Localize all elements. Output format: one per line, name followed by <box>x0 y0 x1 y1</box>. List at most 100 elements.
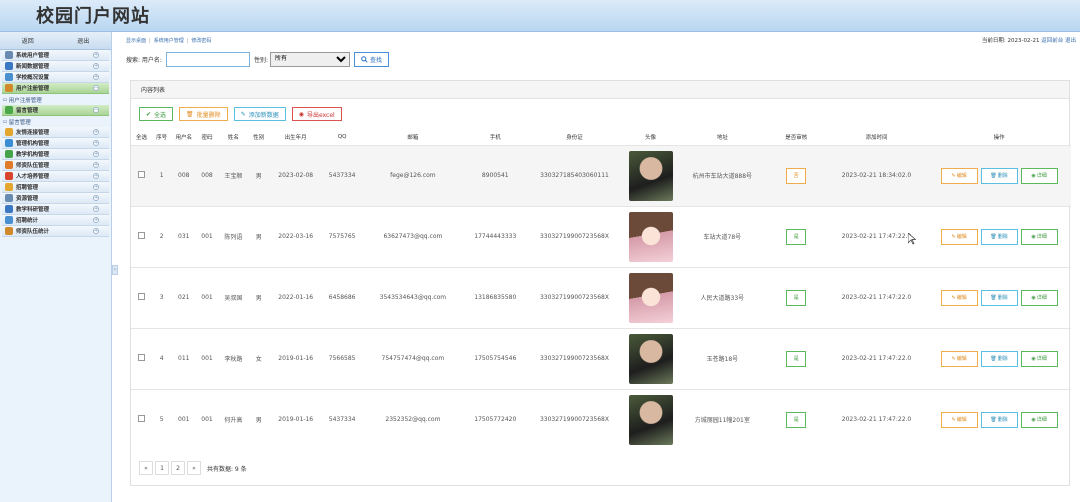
username-search-input[interactable] <box>165 51 250 67</box>
expand-icon[interactable]: + <box>93 63 99 69</box>
sidebar-item-label: 资源管理 <box>16 196 39 202</box>
sidebar-item[interactable]: 教学机构管理 + <box>2 149 109 160</box>
delete-button[interactable]: 🗑 删除 <box>980 228 1018 245</box>
cell-gender: 男 <box>249 388 269 450</box>
sidebar-subitem[interactable]: ▫ 留言管理 <box>0 116 111 127</box>
user-icon <box>5 84 13 92</box>
sidebar-item-label: 用户注册管理 <box>16 86 50 92</box>
expand-icon[interactable]: + <box>93 129 99 135</box>
sidebar-item[interactable]: 招聘统计 + <box>2 215 109 226</box>
detail-button[interactable]: ◉ 详细 <box>1020 167 1058 184</box>
expand-icon[interactable]: + <box>93 52 99 58</box>
delete-button[interactable]: 🗑 删除 <box>980 167 1018 184</box>
sidebar-subitem[interactable]: ▫ 用户注册管理 <box>0 94 111 105</box>
collapse-icon[interactable]: − <box>93 85 99 91</box>
audit-toggle-button[interactable]: 是 <box>786 411 807 428</box>
expand-icon[interactable]: + <box>93 206 99 212</box>
select-all-button[interactable]: ✔ 全选 <box>139 107 174 121</box>
expand-icon[interactable]: + <box>93 217 99 223</box>
avatar-anime <box>628 272 673 323</box>
sidebar-item[interactable]: 师资队伍管理 + <box>2 160 109 171</box>
sidebar-item[interactable]: 系统用户管理 + <box>2 50 109 61</box>
sidebar-item[interactable]: 用户注册管理 − <box>2 83 109 94</box>
row-checkbox[interactable] <box>138 415 146 423</box>
back-button[interactable]: 返回 <box>22 36 34 45</box>
export-excel-button[interactable]: ◉ 导出excel <box>291 107 342 121</box>
expand-icon[interactable]: + <box>93 184 99 190</box>
page-2-button[interactable]: 2 <box>171 461 185 475</box>
cell-idcard: 33032719900723568X <box>525 327 624 389</box>
sidebar-item[interactable]: 人才培养管理 + <box>2 171 109 182</box>
detail-button[interactable]: ◉ 详细 <box>1020 289 1058 306</box>
breadcrumb-users-link[interactable]: 系统用户管理 <box>154 38 184 44</box>
expand-icon[interactable]: + <box>93 228 99 234</box>
expand-icon[interactable]: + <box>93 74 99 80</box>
page-1-button[interactable]: 1 <box>155 461 169 475</box>
edit-button[interactable]: ✎ 编辑 <box>940 350 978 367</box>
edit-button[interactable]: ✎ 编辑 <box>940 411 978 428</box>
audit-toggle-button[interactable]: 是 <box>786 289 807 306</box>
column-header[interactable]: 全选 <box>131 129 152 145</box>
front-page-link[interactable]: 返回前台 <box>1041 38 1063 44</box>
edit-button[interactable]: ✎ 编辑 <box>940 289 978 306</box>
row-checkbox[interactable] <box>138 232 146 239</box>
expand-icon[interactable]: + <box>93 140 99 146</box>
expand-icon[interactable]: + <box>93 162 99 168</box>
sidebar-item[interactable]: 师资队伍统计 + <box>2 226 109 237</box>
sidebar-item[interactable]: 招聘管理 + <box>2 182 109 193</box>
edit-button[interactable]: ✎ 编辑 <box>940 228 978 245</box>
row-checkbox[interactable] <box>138 293 146 300</box>
table-row: 3 021 001 吴叔国男 2022-01-16 6458686 3543534643@q… <box>131 266 1071 328</box>
table-row: 5 001 001 何升高男 2019-01-16 5437334 2352352@qq.c… <box>131 388 1071 450</box>
sidebar-collapse-handle[interactable]: ‹ <box>112 265 118 275</box>
sidebar-item[interactable]: 学校概况设置 + <box>2 72 109 83</box>
batch-delete-button[interactable]: 🗑 批量删除 <box>179 107 228 121</box>
gender-select[interactable]: 所有 <box>269 51 350 67</box>
breadcrumb-desktop-link[interactable]: 显示桌面 <box>126 38 146 44</box>
edit-icon: ✎ <box>240 110 246 118</box>
detail-label: 详细 <box>1036 234 1047 240</box>
pagination: « 1 2 » 共有数据: 9 条 <box>139 461 247 475</box>
row-checkbox[interactable] <box>138 171 146 178</box>
sidebar-item[interactable]: 新闻数据管理 + <box>2 61 109 72</box>
expand-icon[interactable]: + <box>93 195 99 201</box>
sidebar-item[interactable]: 友情连接管理 + <box>2 127 109 138</box>
sidebar-item[interactable]: 教学科研管理 + <box>2 204 109 215</box>
sidebar-item[interactable]: 管理机构管理 + <box>2 138 109 149</box>
delete-button[interactable]: 🗑 删除 <box>980 350 1018 367</box>
breadcrumb-password-link[interactable]: 修改密码 <box>191 38 211 44</box>
audit-toggle-button[interactable]: 否 <box>786 167 807 184</box>
prev-page-button[interactable]: « <box>139 461 153 475</box>
sidebar-item[interactable]: 资源管理 + <box>2 193 109 204</box>
search-button[interactable]: 查找 <box>353 51 389 67</box>
toolbar: ✔ 全选 🗑 批量删除 ✎ 添加新数据 ◉ 导出excel <box>131 99 1069 129</box>
add-new-button[interactable]: ✎ 添加新数据 <box>233 107 286 121</box>
breadcrumb: 显示桌面 | 系统用户管理 | 修改密码 <box>126 37 212 44</box>
sidebar-top-bar: 返回 退出 <box>0 32 111 50</box>
table-row: 2 031 001 陈列语男 2022-03-16 7575765 63627473@qq.… <box>131 205 1071 267</box>
cell-idcard: 330327185403060111 <box>525 144 624 206</box>
audit-toggle-button[interactable]: 是 <box>786 228 807 245</box>
delete-button[interactable]: 🗑 删除 <box>980 411 1018 428</box>
collapse-icon[interactable]: − <box>93 107 99 113</box>
detail-button[interactable]: ◉ 详细 <box>1020 411 1058 428</box>
expand-icon[interactable]: + <box>93 151 99 157</box>
delete-button[interactable]: 🗑 删除 <box>980 289 1018 306</box>
content-panel: 内容列表 ✔ 全选 🗑 批量删除 ✎ 添加新数据 ◉ 导出excel 全选 序号 用户名 密码… <box>130 80 1071 486</box>
audit-toggle-button[interactable]: 是 <box>786 350 807 367</box>
expand-icon[interactable]: + <box>93 173 99 179</box>
edit-button[interactable]: ✎ 编辑 <box>940 167 978 184</box>
edit-label: 编辑 <box>956 417 967 424</box>
next-page-button[interactable]: » <box>187 461 201 475</box>
detail-button[interactable]: ◉ 详细 <box>1020 228 1058 245</box>
gear-icon <box>5 51 13 59</box>
detail-button[interactable]: ◉ 详细 <box>1020 350 1058 367</box>
row-checkbox[interactable] <box>138 354 146 361</box>
folder-icon <box>5 128 13 136</box>
cell-qq: 7575765 <box>323 205 362 267</box>
column-header: 密码 <box>201 134 213 141</box>
exit-link[interactable]: 退出 <box>1065 38 1076 44</box>
sidebar-item[interactable]: 留言管理 − <box>2 105 109 116</box>
table-header-row: 全选 序号 用户名 密码 姓名 性别 出生年月 QQ 邮箱 手机 身份证 头像 地址 是否审核 添加时间 操作 <box>131 129 1071 145</box>
logout-button[interactable]: 退出 <box>77 36 89 45</box>
